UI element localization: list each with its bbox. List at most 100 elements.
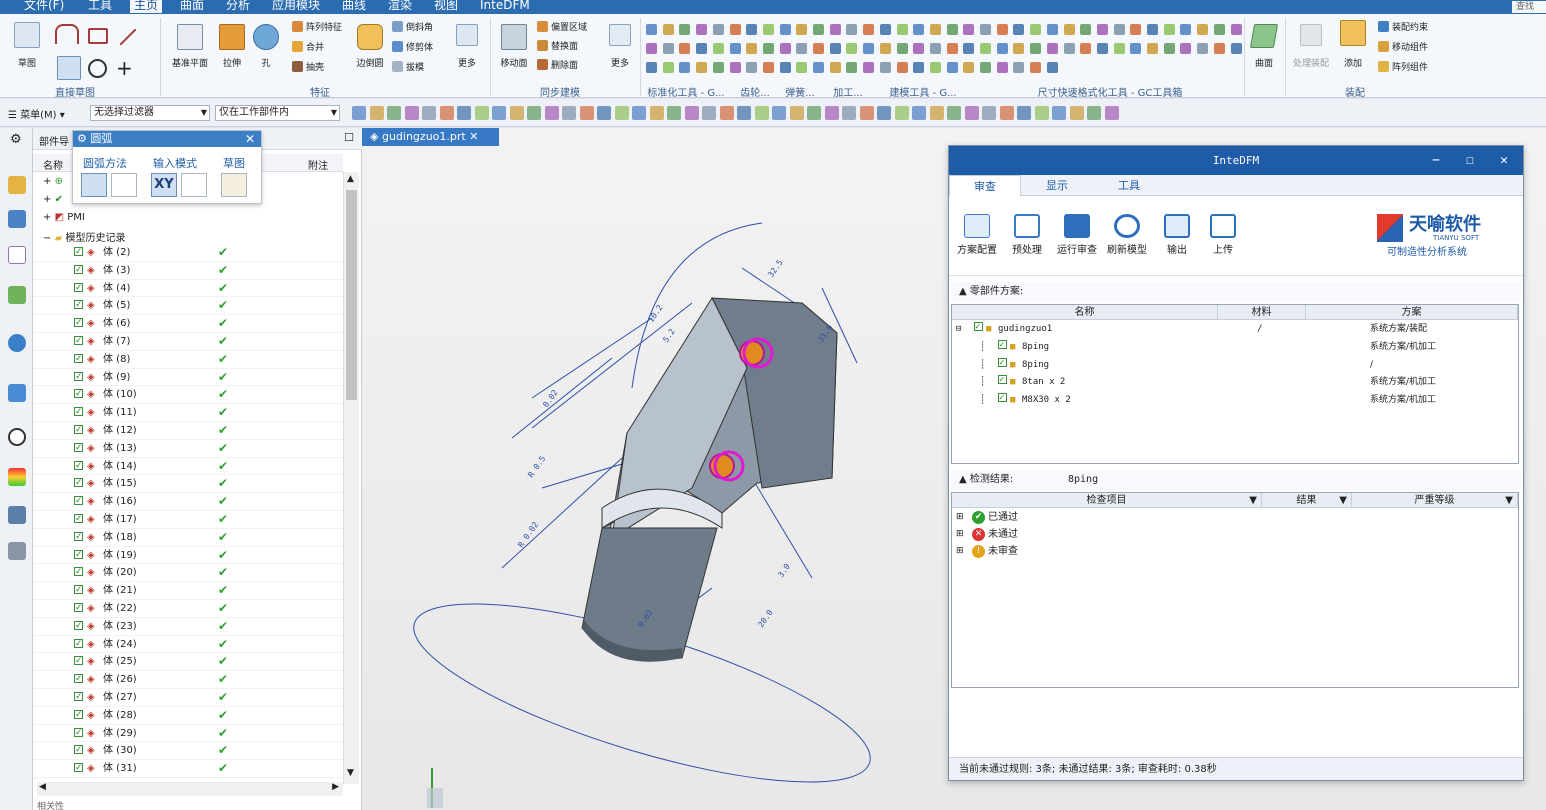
scroll-right-icon[interactable]: ▶ — [332, 782, 339, 792]
tool-icon[interactable] — [1063, 24, 1075, 35]
tool-icon[interactable] — [796, 62, 808, 73]
tree-row-body[interactable]: ◈ 体 (31) ✔ — [33, 760, 343, 778]
tree-row-body[interactable]: ◈ 体 (5) ✔ — [33, 297, 343, 316]
snap-icon[interactable] — [894, 106, 909, 120]
tool-icon[interactable] — [1013, 43, 1025, 54]
tool-icon[interactable] — [1130, 24, 1142, 35]
tool-icon[interactable] — [712, 62, 724, 73]
part-navigator-icon[interactable] — [8, 246, 26, 264]
tool-icon[interactable] — [1213, 24, 1225, 35]
tool-icon[interactable] — [712, 43, 724, 54]
parts-row[interactable]: ┊ ■ 8ping 系统方案/机加工 — [952, 337, 1518, 357]
snap-icon[interactable] — [509, 106, 524, 120]
tool-icon[interactable] — [662, 43, 674, 54]
add-component-button[interactable]: 添加 — [1338, 20, 1368, 69]
command-search[interactable]: 查找命 — [1512, 1, 1546, 13]
tool-icon[interactable] — [879, 24, 891, 35]
tool-icon[interactable] — [1096, 43, 1108, 54]
tool-icon[interactable] — [762, 24, 774, 35]
column-name[interactable]: 名称 — [43, 157, 63, 172]
tool-icon[interactable] — [1147, 24, 1158, 35]
snap-icon[interactable] — [404, 106, 419, 120]
tool-icon[interactable] — [1230, 43, 1242, 54]
tree-row-body[interactable]: ◈ 体 (7) ✔ — [33, 333, 343, 351]
visibility-checkbox[interactable] — [74, 742, 83, 759]
tree-row-body[interactable]: ◈ 体 (28) ✔ — [33, 707, 343, 725]
snap-icon[interactable] — [737, 106, 751, 120]
tree-row-body[interactable]: ◈ 体 (29) ✔ — [33, 725, 343, 743]
tool-icon[interactable] — [980, 24, 991, 35]
tool-icon[interactable] — [712, 24, 724, 35]
snap-icon[interactable] — [1104, 106, 1119, 120]
tree-row-body[interactable]: ◈ 体 (21) ✔ — [33, 582, 343, 600]
tool-icon[interactable] — [646, 43, 657, 54]
part-scheme[interactable]: 系统方案/机加工 — [1370, 374, 1436, 391]
tool-icon[interactable] — [946, 43, 958, 54]
more-sync-button[interactable]: 更多 — [606, 24, 634, 69]
tool-icon[interactable] — [863, 62, 875, 73]
refresh-model-button[interactable]: 刷新模型 — [1103, 214, 1151, 256]
visibility-checkbox[interactable] — [74, 280, 83, 297]
snap-icon[interactable] — [422, 106, 436, 120]
snap-icon[interactable] — [1034, 106, 1049, 120]
snap-icon[interactable] — [877, 106, 891, 120]
tree-row-model-views[interactable]: + ⊕ — [43, 176, 63, 187]
tool-icon[interactable] — [879, 43, 891, 54]
part-scheme[interactable]: 系统方案/机加工 — [1370, 392, 1436, 409]
reuse-library-icon[interactable] — [8, 286, 26, 304]
tool-icon[interactable] — [963, 43, 975, 54]
tree-row-body[interactable]: ◈ 体 (23) ✔ — [33, 618, 343, 636]
tool-icon[interactable] — [946, 62, 958, 73]
tool-icon[interactable] — [929, 43, 941, 54]
tool-icon[interactable] — [1046, 43, 1058, 54]
tool-icon[interactable] — [1147, 43, 1158, 54]
tool-icon[interactable] — [679, 24, 691, 35]
history-icon[interactable] — [8, 384, 26, 402]
assembly-navigator-icon[interactable] — [8, 176, 26, 194]
dimension-label[interactable]: 20.0 — [756, 608, 775, 629]
tool-icon[interactable] — [1013, 24, 1025, 35]
tree-row-body[interactable]: ◈ 体 (25) ✔ — [33, 653, 343, 672]
column-note[interactable]: 附注 — [308, 157, 328, 172]
tool-icon[interactable] — [863, 24, 875, 35]
visibility-checkbox[interactable] — [74, 636, 83, 653]
tab-review[interactable]: 审查 — [949, 175, 1021, 196]
tree-row-body[interactable]: ◈ 体 (16) ✔ — [33, 493, 343, 511]
snap-icon[interactable] — [492, 106, 506, 120]
snap-icon[interactable] — [824, 106, 839, 120]
tool-icon[interactable] — [1213, 43, 1225, 54]
vertical-scrollbar[interactable]: ▲ ▼ — [343, 172, 359, 784]
tool-icon[interactable] — [1180, 24, 1192, 35]
snap-icon[interactable] — [457, 106, 471, 120]
snap-icon[interactable] — [982, 106, 996, 120]
visibility-checkbox[interactable] — [74, 386, 83, 403]
part-scheme[interactable]: 系统方案/装配 — [1370, 321, 1427, 338]
visibility-checkbox[interactable] — [74, 671, 83, 688]
tool-icon[interactable] — [963, 62, 975, 73]
part-scheme[interactable]: / — [1370, 357, 1373, 374]
parts-row[interactable]: ┊ ■ 8tan x 2 系统方案/机加工 — [952, 372, 1518, 392]
circle-icon[interactable] — [88, 59, 107, 78]
tree-toggle-icon[interactable]: ┊ — [980, 392, 985, 409]
tool-icon[interactable] — [929, 24, 941, 35]
tool-icon[interactable] — [796, 24, 808, 35]
scroll-thumb[interactable] — [346, 190, 357, 400]
tab-display[interactable]: 显示 — [1021, 175, 1093, 196]
dimension-label[interactable]: 3.0 — [776, 562, 792, 579]
parts-row[interactable]: ⊟ ■ gudingzuo1 / 系统方案/装配 — [952, 319, 1518, 339]
results-section-header[interactable]: ▲ 检测结果: 8ping — [951, 470, 1521, 490]
visibility-checkbox[interactable] — [74, 529, 83, 546]
horizontal-scrollbar[interactable]: ◀ ▶ — [37, 782, 343, 796]
maximize-icon[interactable]: ☐ — [344, 131, 354, 144]
tool-icon[interactable] — [829, 43, 841, 54]
snap-icon[interactable] — [579, 106, 594, 120]
snap-icon[interactable] — [439, 106, 454, 120]
snap-icon[interactable] — [929, 106, 944, 120]
profile-icon[interactable] — [55, 24, 79, 44]
snap-icon[interactable] — [562, 106, 576, 120]
tool-icon[interactable] — [1030, 24, 1042, 35]
tool-icon[interactable] — [980, 62, 991, 73]
tree-row-pmi[interactable]: + ◩ PMI — [43, 212, 85, 223]
menu-applications[interactable]: 应用模块 — [268, 0, 324, 13]
unite-item[interactable]: 合并 — [292, 40, 324, 53]
